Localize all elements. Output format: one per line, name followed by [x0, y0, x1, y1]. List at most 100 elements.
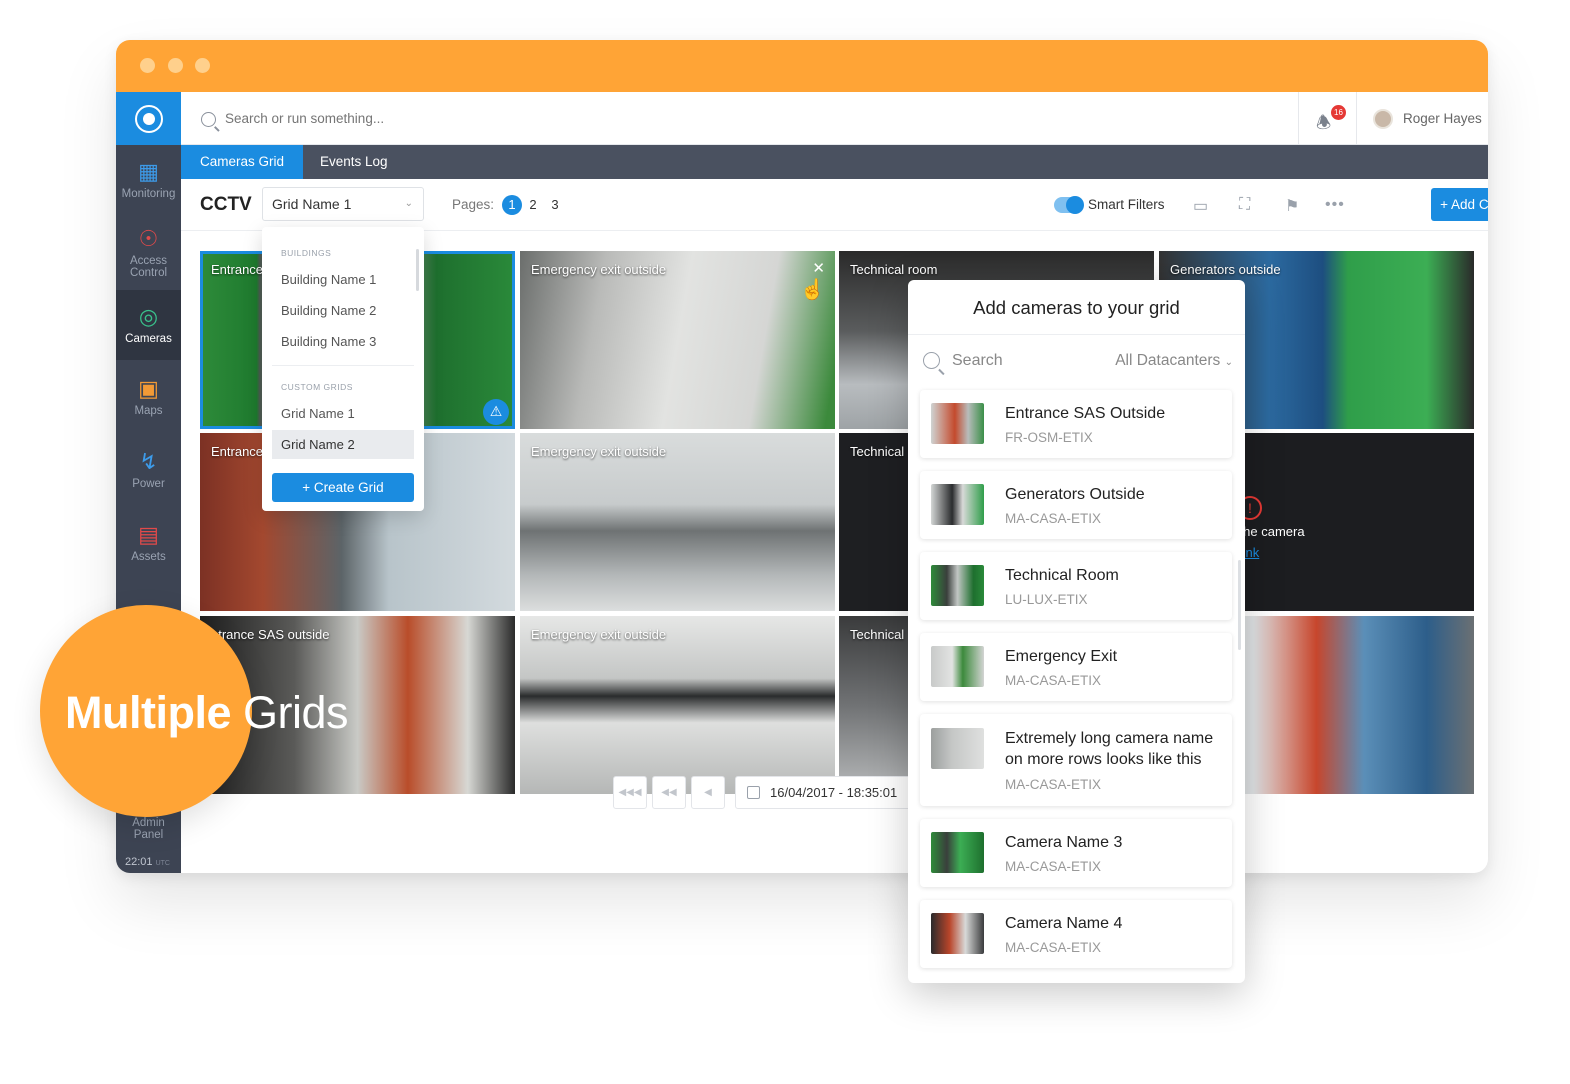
camera-thumbnail [931, 728, 984, 769]
window-maximize-dot[interactable] [195, 58, 210, 73]
tab-events-log[interactable]: Events Log [301, 145, 407, 179]
avatar[interactable] [1373, 109, 1393, 129]
camera-thumbnail [931, 913, 984, 954]
tab-cameras-grid[interactable]: Cameras Grid [181, 145, 304, 179]
sidebar-item-label: Cameras [125, 333, 172, 345]
add-cameras-panel: Add cameras to your grid All Datacanters… [908, 280, 1245, 983]
warning-icon[interactable]: ⚠ [483, 399, 509, 425]
search-icon [923, 352, 940, 369]
camera-label: Technical [850, 627, 905, 642]
camera-code: MA-CASA-ETIX [1005, 940, 1102, 955]
promo-text: Multiple Grids [65, 686, 349, 740]
page-button-2[interactable]: 2 [523, 195, 543, 215]
map-icon: ▣ [138, 376, 159, 401]
global-search-input[interactable] [225, 92, 625, 145]
page-button-3[interactable]: 3 [545, 195, 565, 215]
camera-label: Emergency exit outside [531, 627, 667, 642]
page-button-1[interactable]: 1 [502, 195, 522, 215]
sidebar-item-label: Monitoring [121, 188, 176, 200]
notification-badge: 16 [1331, 105, 1346, 120]
sidebar-item-power[interactable]: ↯ Power [116, 435, 181, 505]
camera-list-item[interactable]: Camera Name 4 MA-CASA-ETIX [920, 900, 1232, 968]
dropdown-item-building-3[interactable]: Building Name 3 [272, 327, 414, 356]
playback-date-field[interactable]: 16/04/2017 - 18:35:01 [735, 776, 925, 809]
camera-name: Generators Outside [1005, 486, 1145, 503]
camera-list-item[interactable]: Technical Room LU-LUX-ETIX [920, 552, 1232, 620]
clock-zone: UTC [155, 860, 170, 867]
camera-name: Camera Name 3 [1005, 834, 1123, 851]
window-minimize-dot[interactable] [168, 58, 183, 73]
camera-list-item[interactable]: Emergency Exit MA-CASA-ETIX [920, 633, 1232, 701]
panel-scrollbar[interactable] [1238, 560, 1241, 650]
sidebar-item-cameras[interactable]: ◎ Cameras [116, 290, 181, 360]
grid-select[interactable]: Grid Name 1 ⌄ [262, 187, 424, 221]
camera-code: LU-LUX-ETIX [1005, 592, 1088, 607]
camera-cell[interactable]: Emergency exit outside [520, 433, 835, 611]
chevron-down-icon: ⌄ [404, 198, 413, 209]
sidebar-item-maps[interactable]: ▣ Maps [116, 362, 181, 432]
more-options-icon[interactable]: ••• [1325, 196, 1345, 214]
dropdown-item-building-2[interactable]: Building Name 2 [272, 296, 414, 325]
skip-back-far-button[interactable]: ◀◀◀ [613, 776, 647, 809]
dropdown-item-grid-1[interactable]: Grid Name 1 [272, 399, 414, 428]
window-close-dot[interactable] [140, 58, 155, 73]
top-bar: 🕭 16 Roger Hayes [181, 92, 1488, 145]
dropdown-item-grid-2[interactable]: Grid Name 2 [272, 430, 414, 459]
page-title: CCTV [200, 194, 252, 215]
camera-label: Entrance [211, 444, 264, 459]
rewind-button[interactable]: ◀◀ [652, 776, 686, 809]
camera-list-item[interactable]: Generators Outside MA-CASA-ETIX [920, 471, 1232, 539]
camera-label: ntrance SAS outside [211, 627, 330, 642]
dropdown-section-header: BUILDINGS [281, 248, 332, 258]
promo-bold: Multiple [65, 687, 231, 738]
camera-search-input[interactable] [952, 346, 1092, 376]
lock-icon[interactable]: ⚑ [1285, 196, 1299, 216]
user-name[interactable]: Roger Hayes [1403, 92, 1482, 145]
divider [1298, 92, 1299, 145]
camera-name: Entrance SAS Outside [1005, 405, 1166, 422]
camera-label: Entrance [211, 262, 264, 277]
chevron-down-icon: ⌄ [1224, 357, 1233, 368]
camera-code: FR-OSM-ETIX [1005, 430, 1093, 445]
create-grid-button[interactable]: + Create Grid [272, 473, 414, 502]
camera-list-item[interactable]: Camera Name 3 MA-CASA-ETIX [920, 819, 1232, 887]
sidebar-item-access-control[interactable]: ☉ Access Control [116, 218, 181, 288]
tab-bar: Cameras Grid Events Log [181, 145, 1488, 179]
camera-name: Emergency Exit [1005, 648, 1118, 665]
bell-icon[interactable]: 🕭 [1316, 110, 1331, 139]
sidebar-item-label: Power [132, 478, 165, 490]
camera-label: Technical [850, 444, 905, 459]
sidebar-item-assets[interactable]: ▤ Assets [116, 508, 181, 578]
dropdown-item-building-1[interactable]: Building Name 1 [272, 265, 414, 294]
camera-label: Emergency exit outside [531, 444, 667, 459]
datacenter-filter-label: All Datacanters [1115, 352, 1221, 369]
logo-icon [134, 104, 163, 133]
lightning-icon: ↯ [139, 449, 158, 474]
divider [272, 365, 414, 366]
camera-icon: ◎ [138, 304, 159, 329]
camera-thumbnail [931, 565, 984, 606]
close-icon[interactable]: ✕ [812, 259, 825, 277]
step-back-button[interactable]: ◀ [691, 776, 725, 809]
sidebar-item-label: Admin Panel [132, 817, 165, 841]
camera-cell[interactable]: Emergency exit outside ✕ ☝ [520, 251, 835, 429]
sidebar-item-monitoring[interactable]: ▦ Monitoring [116, 145, 181, 215]
camera-label: Technical room [850, 262, 938, 277]
present-icon[interactable]: ▭ [1193, 196, 1208, 216]
sidebar-item-label: Maps [134, 405, 163, 417]
grid-select-dropdown: BUILDINGS Building Name 1 Building Name … [262, 227, 424, 511]
camera-list-item[interactable]: Extremely long camera name on more rows … [920, 714, 1232, 806]
fullscreen-icon[interactable]: ⛶ [1239, 196, 1250, 214]
grid-select-value: Grid Name 1 [272, 196, 352, 212]
camera-list-item[interactable]: Entrance SAS Outside FR-OSM-ETIX [920, 390, 1232, 458]
search-icon [201, 112, 216, 127]
app-logo[interactable] [116, 92, 181, 145]
dropdown-scrollbar[interactable] [416, 249, 419, 291]
sidebar-item-label: Assets [131, 551, 166, 563]
building-chart-icon: ▦ [138, 159, 159, 184]
camera-cell[interactable]: Emergency exit outside [520, 616, 835, 794]
camera-name: Technical Room [1005, 567, 1119, 584]
datacenter-filter[interactable]: All Datacanters ⌄ [1115, 346, 1233, 376]
add-camera-button[interactable]: + Add Camera [1431, 188, 1488, 221]
smart-filters-toggle[interactable] [1054, 196, 1084, 214]
